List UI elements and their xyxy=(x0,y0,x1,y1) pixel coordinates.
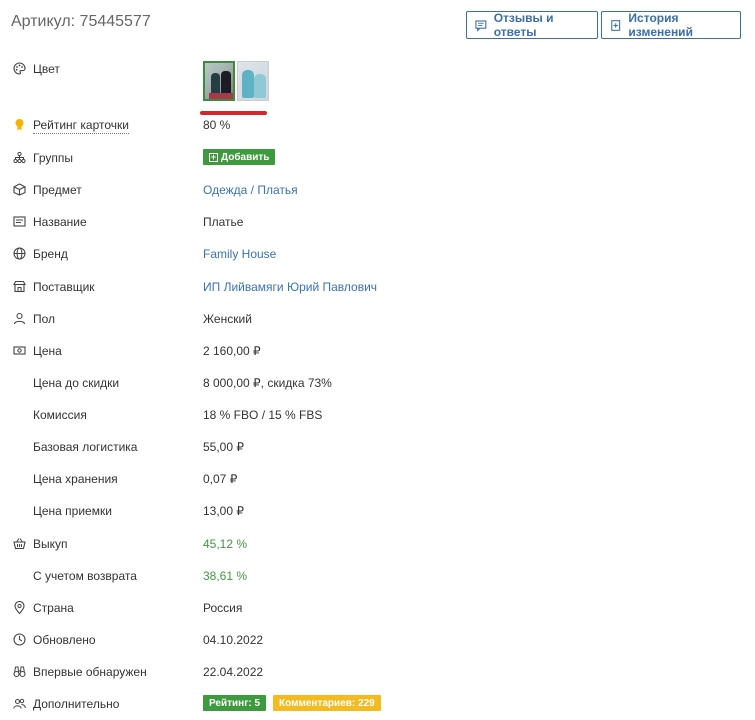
buyout-value: 45,12 % xyxy=(203,537,248,551)
rating-badge[interactable]: Рейтинг: 5 xyxy=(203,695,267,711)
row-rating: Рейтинг карточки 80 % xyxy=(0,115,755,135)
supplier-label: Поставщик xyxy=(33,280,95,294)
with-returns-value: 38,61 % xyxy=(203,569,248,583)
price-value: 2 160,00 ₽ xyxy=(203,344,261,358)
brand-label: Бренд xyxy=(33,247,68,261)
user-icon xyxy=(13,312,26,325)
price-before-discount-label: Цена до скидки xyxy=(33,376,120,390)
color-thumbnail-dark[interactable] xyxy=(203,61,235,101)
globe-icon xyxy=(13,247,26,260)
rating-label: Рейтинг карточки xyxy=(33,118,129,134)
commission-label: Комиссия xyxy=(33,408,87,422)
gender-label: Пол xyxy=(33,312,56,326)
clock-icon xyxy=(13,633,26,646)
storage-price-label: Цена хранения xyxy=(33,472,118,486)
row-price-before-discount: Цена до скидки 8 000,00 ₽, скидка 73% xyxy=(0,373,755,393)
row-price: Цена 2 160,00 ₽ xyxy=(0,341,755,361)
first-seen-label: Впервые обнаружен xyxy=(33,665,147,679)
header: Артикул: 75445577 Отзывы и ответы Истори… xyxy=(0,0,755,50)
commission-value: 18 % FBO / 15 % FBS xyxy=(203,408,323,422)
rating-value: 80 % xyxy=(203,118,231,132)
price-before-discount-value: 8 000,00 ₽, скидка 73% xyxy=(203,376,332,390)
first-seen-value: 22.04.2022 xyxy=(203,665,264,679)
groups-label: Группы xyxy=(33,151,73,165)
row-first-seen: Впервые обнаружен 22.04.2022 xyxy=(0,662,755,682)
history-button-label: История изменений xyxy=(628,11,693,39)
store-icon xyxy=(13,280,26,293)
color-label: Цвет xyxy=(33,62,60,76)
row-with-returns: С учетом возврата 38,61 % xyxy=(0,566,755,586)
history-button[interactable]: История изменений xyxy=(601,11,741,39)
chat-icon xyxy=(475,19,487,32)
brand-link[interactable]: Family House xyxy=(203,247,276,261)
price-label: Цена xyxy=(33,344,62,358)
additional-label: Дополнительно xyxy=(33,697,120,711)
row-commission: Комиссия 18 % FBO / 15 % FBS xyxy=(0,405,755,425)
color-thumbnails xyxy=(203,61,269,101)
row-updated: Обновлено 04.10.2022 xyxy=(0,630,755,650)
supplier-link[interactable]: ИП Лийвамяги Юрий Павлович xyxy=(203,280,377,294)
money-icon xyxy=(13,344,26,357)
location-pin-icon xyxy=(13,601,26,614)
row-buyout: Выкуп 45,12 % xyxy=(0,534,755,554)
row-gender: Пол Женский xyxy=(0,309,755,329)
comments-badge[interactable]: Комментариев: 229 xyxy=(273,695,381,711)
row-name: Название Платье xyxy=(0,212,755,232)
base-logistics-label: Базовая логистика xyxy=(33,440,138,454)
row-color: Цвет xyxy=(0,59,755,79)
history-doc-icon xyxy=(611,19,621,31)
country-value: Россия xyxy=(203,601,243,615)
row-country: Страна Россия xyxy=(0,598,755,618)
with-returns-label: С учетом возврата xyxy=(33,569,137,583)
row-storage-price: Цена хранения 0,07 ₽ xyxy=(0,469,755,489)
row-brand: Бренд Family House xyxy=(0,244,755,264)
row-subject: Предмет Одежда / Платья xyxy=(0,180,755,200)
article-number: Артикул: 75445577 xyxy=(11,13,151,30)
box-icon xyxy=(13,183,26,196)
acceptance-price-value: 13,00 ₽ xyxy=(203,504,244,518)
add-group-label: Добавить xyxy=(221,151,270,163)
users-icon xyxy=(13,697,26,710)
storage-price-value: 0,07 ₽ xyxy=(203,472,238,486)
base-logistics-value: 55,00 ₽ xyxy=(203,440,244,454)
subject-link[interactable]: Одежда / Платья xyxy=(203,183,298,197)
add-group-button[interactable]: + Добавить xyxy=(203,149,276,165)
row-acceptance-price: Цена приемки 13,00 ₽ xyxy=(0,501,755,521)
basket-icon xyxy=(13,537,26,550)
gender-value: Женский xyxy=(203,312,252,326)
buyout-label: Выкуп xyxy=(33,537,68,551)
row-base-logistics: Базовая логистика 55,00 ₽ xyxy=(0,437,755,457)
groups-icon xyxy=(13,151,26,164)
reviews-button-label: Отзывы и ответы xyxy=(493,11,554,39)
color-thumbnail-turquoise[interactable] xyxy=(237,61,269,101)
row-additional: Дополнительно Рейтинг: 5 Комментариев: 2… xyxy=(0,694,755,714)
palette-icon xyxy=(13,62,26,75)
acceptance-price-label: Цена приемки xyxy=(33,504,112,518)
plus-icon: + xyxy=(209,151,218,162)
updated-label: Обновлено xyxy=(33,633,96,647)
name-value: Платье xyxy=(203,215,244,229)
updated-value: 04.10.2022 xyxy=(203,633,264,647)
country-label: Страна xyxy=(33,601,74,615)
row-groups: Группы + Добавить xyxy=(0,148,755,168)
binoculars-icon xyxy=(13,665,26,678)
row-supplier: Поставщик ИП Лийвамяги Юрий Павлович xyxy=(0,277,755,297)
award-icon xyxy=(13,118,26,131)
name-card-icon xyxy=(13,215,26,228)
subject-label: Предмет xyxy=(33,183,82,197)
reviews-button[interactable]: Отзывы и ответы xyxy=(466,11,598,39)
name-label: Название xyxy=(33,215,87,229)
